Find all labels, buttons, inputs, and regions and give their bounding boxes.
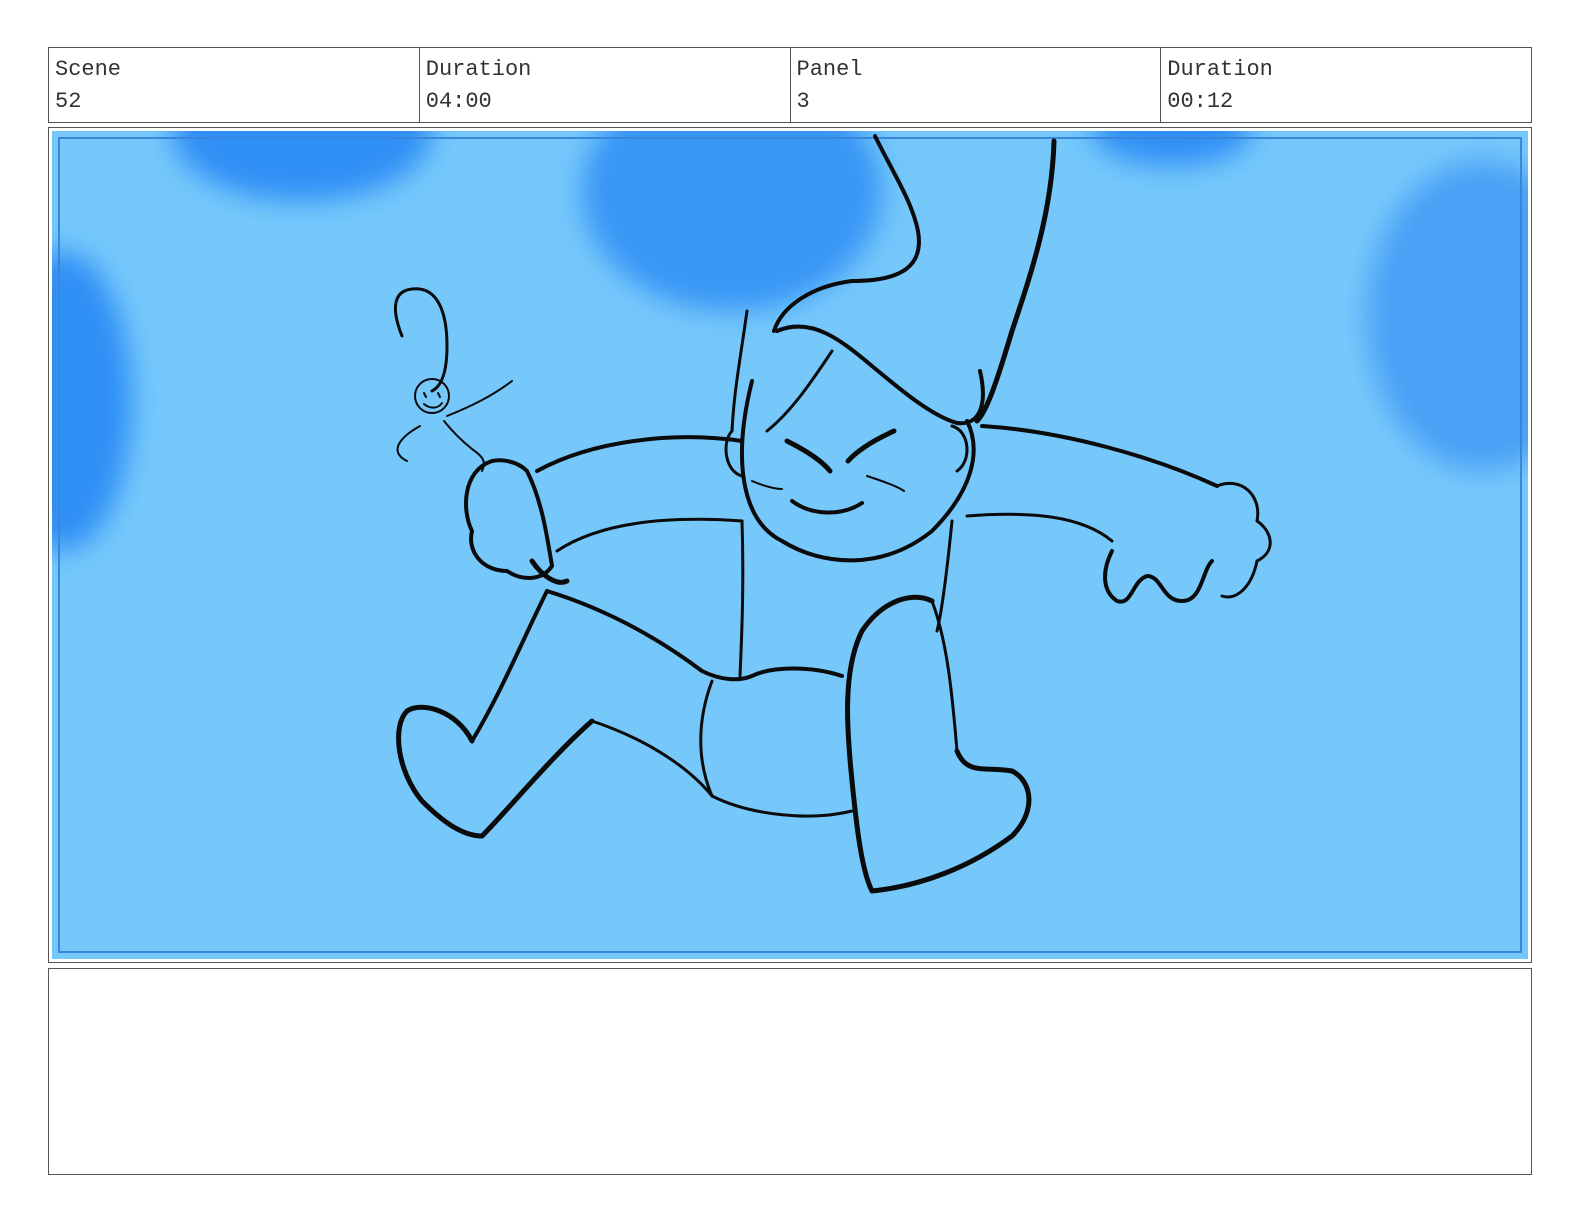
- storyboard-sketch: [52, 131, 1528, 959]
- scene-duration-cell: Duration 04:00: [420, 48, 791, 122]
- storyboard-drawing: [52, 131, 1528, 959]
- panel-duration-label: Duration: [1167, 57, 1273, 82]
- panel-duration-value: 00:12: [1167, 89, 1234, 114]
- panel-notes-box[interactable]: [48, 968, 1532, 1175]
- scene-number: 52: [55, 89, 82, 114]
- panel-cell: Panel 3: [791, 48, 1162, 122]
- panel-duration-cell: Duration 00:12: [1161, 48, 1531, 122]
- scene-duration-label: Duration: [425, 57, 532, 82]
- panel-label: Panel: [796, 57, 863, 82]
- panel-number: 3: [796, 89, 810, 114]
- scene-duration-value: 04:00: [425, 89, 492, 114]
- scene-label: Scene: [55, 57, 122, 82]
- storyboard-panel-frame: [48, 127, 1532, 963]
- panel-info-header: Scene 52 Duration 04:00 Panel 3 Duration…: [48, 47, 1532, 123]
- scene-cell: Scene 52: [49, 48, 420, 122]
